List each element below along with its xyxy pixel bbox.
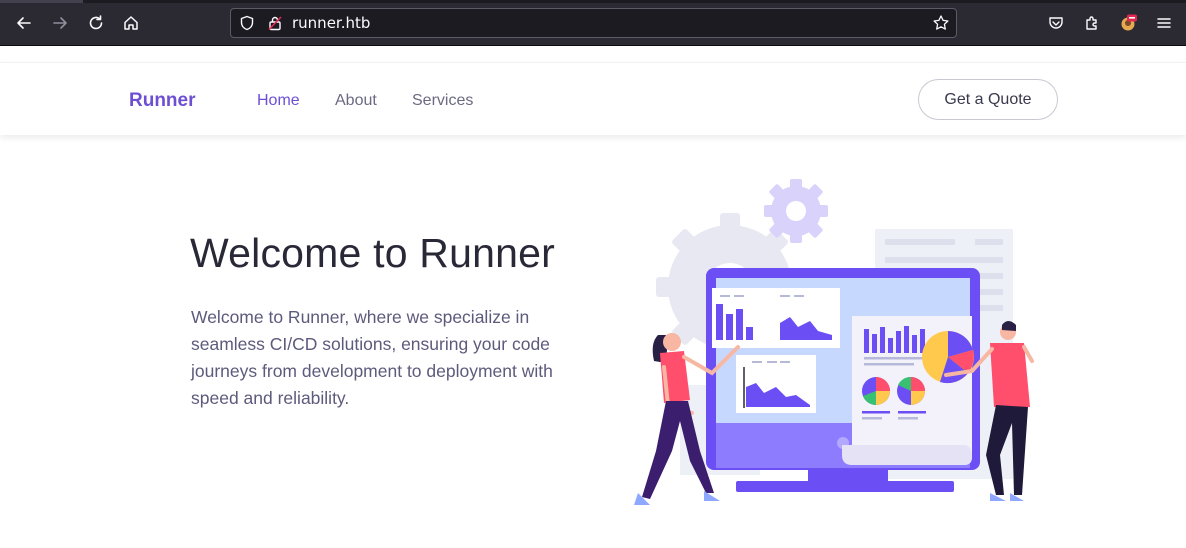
- address-bar[interactable]: runner.htb: [230, 8, 957, 38]
- browser-toolbar: runner.htb: [0, 0, 1186, 45]
- nav-link-home[interactable]: Home: [257, 92, 300, 110]
- shield-icon[interactable]: [239, 15, 255, 31]
- get-a-quote-button[interactable]: Get a Quote: [918, 79, 1058, 120]
- hero-title: Welcome to Runner: [190, 230, 555, 276]
- back-arrow-icon[interactable]: [12, 11, 36, 35]
- reload-icon[interactable]: [84, 11, 108, 35]
- star-icon[interactable]: [932, 14, 950, 32]
- hero-illustration: [634, 179, 1034, 505]
- hero-description: Welcome to Runner, where we specialize i…: [191, 307, 553, 408]
- gear-small-icon: [764, 179, 828, 243]
- menu-icon[interactable]: [1152, 11, 1176, 35]
- profile-avatar-icon[interactable]: [1116, 11, 1140, 35]
- pocket-icon[interactable]: [1044, 11, 1068, 35]
- extensions-icon[interactable]: [1080, 11, 1104, 35]
- lock-icon[interactable]: [267, 15, 283, 31]
- url-text[interactable]: runner.htb: [292, 15, 370, 32]
- nav-link-services[interactable]: Services: [412, 92, 473, 110]
- toolbar-divider: [0, 45, 1186, 46]
- site-navbar: Runner Home About Services Get a Quote: [0, 62, 1186, 135]
- pie-chart-small-2: [897, 376, 925, 405]
- tab-indicator: [0, 0, 83, 3]
- forward-arrow-icon[interactable]: [48, 11, 72, 35]
- brand-logo[interactable]: Runner: [129, 90, 196, 112]
- pie-chart-small-1: [862, 377, 890, 405]
- tab-strip: [0, 0, 1186, 3]
- nav-link-about[interactable]: About: [335, 92, 377, 110]
- home-icon[interactable]: [119, 11, 143, 35]
